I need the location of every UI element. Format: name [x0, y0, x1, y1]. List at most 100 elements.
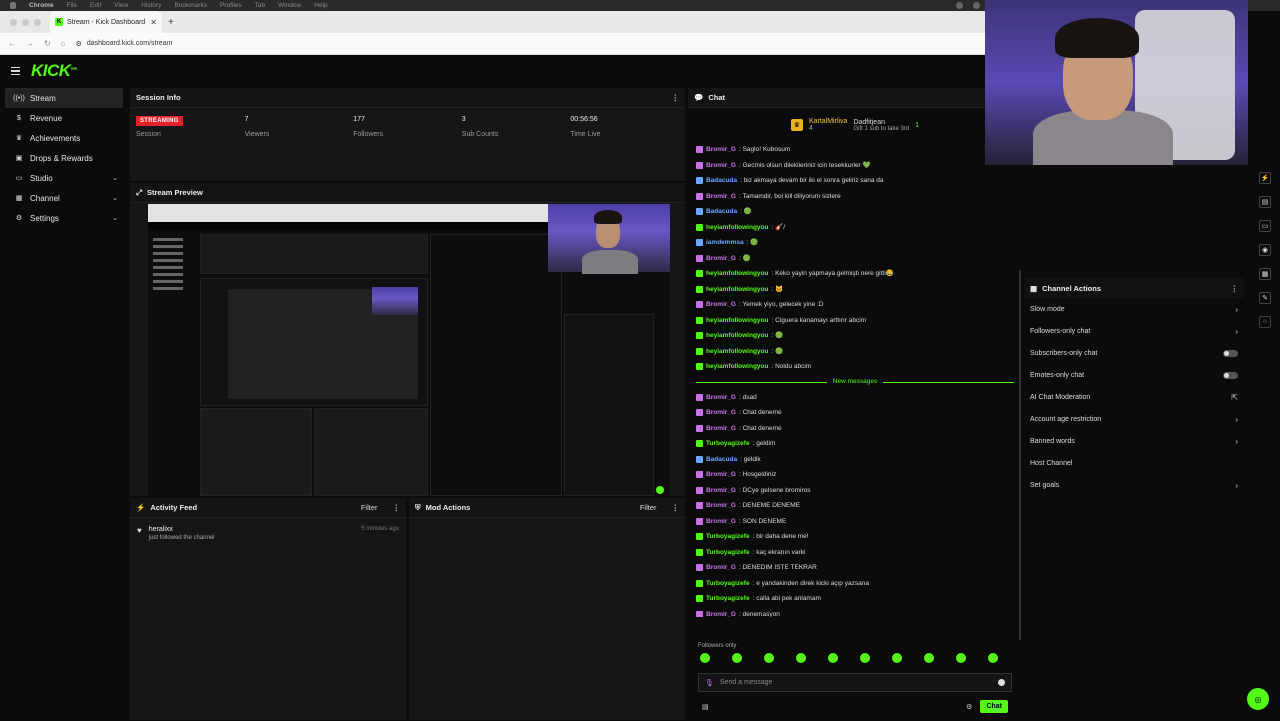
grid-icon[interactable]: ⁘: [1259, 316, 1271, 328]
chat-input[interactable]: 🎙 Send a message: [698, 673, 1012, 692]
forward-icon[interactable]: →: [26, 39, 34, 48]
menu-help[interactable]: Help: [314, 2, 327, 9]
follower-name[interactable]: heralixx: [149, 526, 215, 533]
minimize-window-button[interactable]: [22, 18, 29, 26]
chat-username[interactable]: Turboyagizefe: [706, 576, 750, 592]
new-tab-icon[interactable]: +: [168, 17, 174, 28]
kick-logo[interactable]: KICKbeta: [31, 61, 77, 81]
home-icon[interactable]: ⌂: [61, 39, 66, 48]
menu-tab[interactable]: Tab: [255, 2, 265, 9]
chat-icon[interactable]: ▭: [1259, 220, 1271, 232]
sidebar-item-revenue[interactable]: $ Revenue: [5, 108, 123, 128]
status-icon[interactable]: [956, 2, 963, 9]
menu-file[interactable]: File: [67, 2, 77, 9]
ai-moderation-row[interactable]: AI Chat Moderation ⇱: [1024, 386, 1244, 408]
more-options-icon[interactable]: ⋮: [1231, 284, 1239, 293]
emote-icon[interactable]: [860, 653, 870, 663]
menu-history[interactable]: History: [141, 2, 161, 9]
emote-icon[interactable]: [828, 653, 838, 663]
document-icon[interactable]: ▤: [1259, 196, 1271, 208]
chat-username[interactable]: Turboyagizefe: [706, 545, 750, 561]
chat-username[interactable]: heyiamfollowingyou: [706, 313, 768, 329]
status-icon[interactable]: [973, 2, 980, 9]
browser-tab[interactable]: K Stream - Kick Dashboard ✕: [50, 11, 162, 33]
bolt-icon[interactable]: ⚡: [1259, 172, 1271, 184]
more-options-icon[interactable]: ⋮: [672, 93, 680, 102]
chat-username[interactable]: Turboyagizefe: [706, 529, 750, 545]
apple-icon[interactable]: [10, 2, 16, 9]
chat-username[interactable]: iamdemmsa: [706, 235, 744, 251]
sidebar-item-channel[interactable]: ▦ Channel ⌄: [5, 188, 123, 208]
emotes-only-toggle[interactable]: [1223, 371, 1238, 379]
menu-window[interactable]: Window: [278, 2, 301, 9]
emote-icon[interactable]: [988, 653, 998, 663]
maximize-window-button[interactable]: [34, 18, 41, 26]
close-tab-icon[interactable]: ✕: [150, 18, 157, 27]
chat-username[interactable]: heyiamfollowingyou: [706, 328, 768, 344]
sidebar-item-settings[interactable]: ⚙ Settings ⌄: [5, 208, 123, 228]
chat-username[interactable]: Bromir_G: [706, 251, 736, 267]
emoji-icon[interactable]: [998, 679, 1005, 686]
chat-username[interactable]: Badacuda: [706, 452, 737, 468]
filter-button[interactable]: Filter: [640, 503, 657, 512]
send-chat-button[interactable]: Chat: [980, 700, 1008, 713]
set-goals-row[interactable]: Set goals ›: [1024, 474, 1244, 496]
chat-username[interactable]: heyiamfollowingyou: [706, 282, 768, 298]
emote-icon[interactable]: [796, 653, 806, 663]
chat-username[interactable]: heyiamfollowingyou: [706, 344, 768, 360]
wrench-icon[interactable]: ✎: [1259, 292, 1271, 304]
filter-button[interactable]: Filter: [361, 503, 378, 512]
sidebar-item-drops-rewards[interactable]: ▣ Drops & Rewards: [5, 148, 123, 168]
calendar-icon[interactable]: ▤: [702, 703, 709, 711]
chat-username[interactable]: Bromir_G: [706, 405, 736, 421]
sidebar-item-stream[interactable]: ((•)) Stream: [5, 88, 123, 108]
chat-username[interactable]: heyiamfollowingyou: [706, 359, 768, 375]
chat-username[interactable]: Bromir_G: [706, 421, 736, 437]
chat-username[interactable]: Bromir_G: [706, 467, 736, 483]
menu-view[interactable]: View: [114, 2, 128, 9]
emote-icon[interactable]: [956, 653, 966, 663]
reload-icon[interactable]: ↻: [44, 39, 51, 48]
sidebar-item-studio[interactable]: ▭ Studio ⌄: [5, 168, 123, 188]
gear-icon[interactable]: ⚙: [966, 703, 972, 711]
chat-username[interactable]: Bromir_G: [706, 297, 736, 313]
panel-icon[interactable]: ▦: [1259, 268, 1271, 280]
host-channel-row[interactable]: Host Channel: [1024, 452, 1244, 474]
chat-username[interactable]: heyiamfollowingyou: [706, 266, 768, 282]
chat-username[interactable]: Bromir_G: [706, 189, 736, 205]
emote-icon[interactable]: [924, 653, 934, 663]
menu-bookmarks[interactable]: Bookmarks: [174, 2, 207, 9]
emote-icon[interactable]: [764, 653, 774, 663]
chat-username[interactable]: Bromir_G: [706, 142, 736, 158]
sidebar-item-achievements[interactable]: ♛ Achievements: [5, 128, 123, 148]
chat-username[interactable]: Bromir_G: [706, 158, 736, 174]
menu-profiles[interactable]: Profiles: [220, 2, 242, 9]
menu-edit[interactable]: Edit: [90, 2, 101, 9]
chat-username[interactable]: Badacuda: [706, 173, 737, 189]
subscribers-only-toggle[interactable]: [1223, 349, 1238, 357]
stream-preview-video[interactable]: [148, 204, 670, 496]
emote-icon[interactable]: [732, 653, 742, 663]
menu-app-name[interactable]: Chrome: [29, 2, 54, 9]
chat-username[interactable]: Bromir_G: [706, 390, 736, 406]
chat-username[interactable]: heyiamfollowingyou: [706, 220, 768, 236]
gift-leaderboard[interactable]: ♛ KartalMirliva 4 Dadfitjean Gift 1 sub …: [688, 108, 1022, 142]
chat-username[interactable]: Turboyagizefe: [706, 591, 750, 607]
account-age-row[interactable]: Account age restriction ›: [1024, 408, 1244, 430]
emote-icon[interactable]: [892, 653, 902, 663]
more-options-icon[interactable]: ⋮: [393, 503, 401, 512]
banned-words-row[interactable]: Banned words ›: [1024, 430, 1244, 452]
emote-icon[interactable]: [700, 653, 710, 663]
followers-only-row[interactable]: Followers-only chat ›: [1024, 320, 1244, 342]
url-field[interactable]: ⚙ dashboard.kick.com/stream: [76, 40, 173, 48]
chat-username[interactable]: Badacuda: [706, 204, 737, 220]
chat-support-icon[interactable]: ◎: [1247, 688, 1269, 710]
chat-username[interactable]: Bromir_G: [706, 498, 736, 514]
hamburger-menu-icon[interactable]: [11, 66, 20, 76]
chat-username[interactable]: Bromir_G: [706, 483, 736, 499]
chat-scrollbar[interactable]: [1019, 270, 1021, 640]
back-icon[interactable]: ←: [8, 39, 16, 48]
chat-username[interactable]: Bromir_G: [706, 514, 736, 530]
chat-username[interactable]: Turboyagizefe: [706, 436, 750, 452]
chat-username[interactable]: Bromir_G: [706, 607, 736, 618]
